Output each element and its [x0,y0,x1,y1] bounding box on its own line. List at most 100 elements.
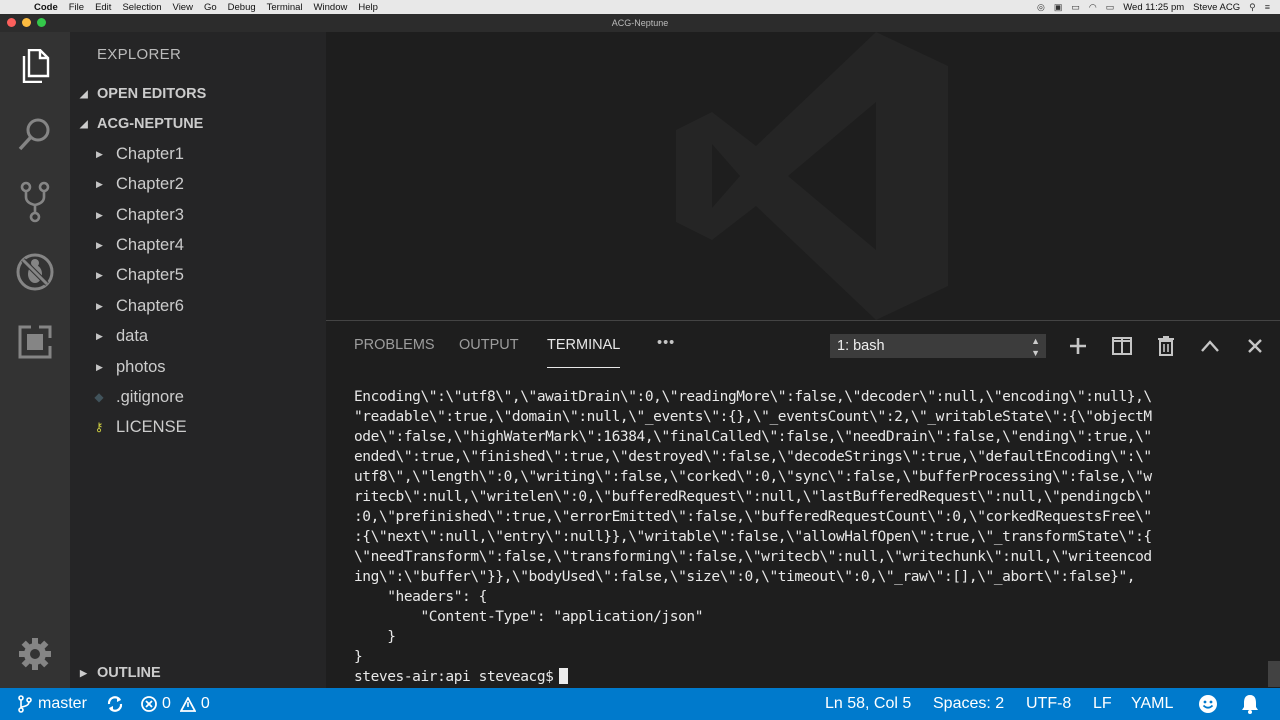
indentation-status[interactable]: Spaces: 2 [933,688,1004,720]
manage-activity-button[interactable] [0,624,70,684]
extensions-icon [18,325,52,359]
split-terminal-button[interactable] [1111,335,1133,357]
more-actions-icon[interactable]: ••• [657,335,675,351]
creative-cloud-icon[interactable]: ◎ [1037,2,1045,13]
tree-file-gitignore[interactable]: ◆ .gitignore [70,382,326,412]
tree-folder-chapter1[interactable]: ▶ Chapter1 [70,139,326,169]
tree-folder-chapter4[interactable]: ▶ Chapter4 [70,230,326,260]
encoding-status[interactable]: UTF-8 [1026,688,1071,720]
tree-file-license[interactable]: ⚷ LICENSE [70,412,326,442]
tree-folder-chapter3[interactable]: ▶ Chapter3 [70,200,326,230]
open-editors-section[interactable]: ◢ OPEN EDITORS [70,79,326,109]
menubar-user[interactable]: Steve ACG [1193,2,1240,13]
tree-item-label: LICENSE [116,417,187,436]
files-icon [22,49,50,83]
project-label: ACG-NEPTUNE [97,116,204,132]
menu-terminal[interactable]: Terminal [267,2,303,13]
chevron-right-icon: ▶ [96,178,103,189]
notification-center-icon[interactable]: ≡ [1265,2,1270,12]
airplay-icon[interactable]: ▭ [1071,2,1080,13]
screen-record-icon[interactable]: ▣ [1054,2,1063,13]
close-window-button[interactable] [7,18,16,27]
debug-no-bug-icon [16,253,54,291]
menu-debug[interactable]: Debug [228,2,256,13]
tab-terminal[interactable]: TERMINAL [547,337,620,353]
cursor-position[interactable]: Ln 58, Col 5 [825,688,911,720]
feedback-button[interactable] [1198,688,1218,720]
error-count: 0 [162,695,171,712]
gear-icon [19,638,51,670]
menu-app-code[interactable]: Code [34,2,58,13]
debug-activity-button[interactable] [0,242,70,302]
new-terminal-button[interactable] [1067,335,1089,357]
close-icon [1248,339,1262,353]
branch-status[interactable]: master [18,688,87,720]
language-mode[interactable]: YAML [1131,688,1173,720]
spotlight-search-icon[interactable]: ⚲ [1249,2,1256,13]
tree-folder-photos[interactable]: ▶ photos [70,352,326,382]
menubar-clock[interactable]: Wed 11:25 pm [1123,2,1184,13]
smiley-icon [1199,695,1217,713]
eol-status[interactable]: LF [1093,688,1112,720]
warning-icon [179,696,196,712]
tab-output[interactable]: OUTPUT [459,337,519,353]
terminal-line: ing\":\"buffer\"}},\"bodyUsed\":false,\"… [354,569,1136,585]
git-branch-icon [18,695,32,713]
window-titlebar: ACG-Neptune [0,14,1280,32]
chevron-right-icon: ▶ [96,300,103,311]
tree-folder-data[interactable]: ▶ data [70,321,326,351]
window-title: ACG-Neptune [611,18,669,28]
notifications-button[interactable] [1241,688,1259,720]
menu-edit[interactable]: Edit [95,2,111,13]
terminal-scrollbar[interactable] [1268,661,1280,687]
active-tab-indicator [547,367,620,368]
minimize-window-button[interactable] [22,18,31,27]
terminal-line: utf8\",\"length\":0,\"writing\":false,\"… [354,469,1152,485]
terminal-cursor [559,668,569,684]
chevron-down-icon: ◢ [80,88,88,100]
terminal-line: } [354,629,396,645]
menu-view[interactable]: View [173,2,193,13]
menu-help[interactable]: Help [358,2,378,13]
menu-selection[interactable]: Selection [122,2,161,13]
terminal-line: ode\":false,\"highWaterMark\":16384,\"fi… [354,429,1152,445]
chevron-right-icon: ▶ [96,269,103,280]
extensions-activity-button[interactable] [0,312,70,372]
tree-folder-chapter5[interactable]: ▶ Chapter5 [70,260,326,290]
editor-area[interactable] [326,32,1280,320]
terminal-prompt-line: steves-air:api steveacg$ [354,667,1264,687]
error-icon [141,696,157,712]
menu-file[interactable]: File [69,2,84,13]
source-control-activity-button[interactable] [0,172,70,232]
terminal-selector-value: 1: bash [837,338,885,354]
outline-section[interactable]: ▶ OUTLINE [70,658,326,688]
project-section[interactable]: ◢ ACG-NEPTUNE [70,109,326,139]
tree-item-label: Chapter6 [116,296,184,315]
maximize-panel-button[interactable] [1199,335,1221,357]
tree-folder-chapter2[interactable]: ▶ Chapter2 [70,169,326,199]
tab-problems[interactable]: PROBLEMS [354,337,435,353]
battery-icon[interactable]: ▭ [1106,2,1115,13]
wifi-icon[interactable]: ◠ [1089,2,1097,13]
zoom-window-button[interactable] [37,18,46,27]
terminal-output[interactable]: Encoding\":\"utf8\",\"awaitDrain\":0,\"r… [354,387,1264,687]
chevron-down-icon: ◢ [80,118,88,130]
source-control-icon [20,181,50,223]
terminal-selector[interactable]: 1: bash ▲ ▼ [830,334,1046,358]
terminal-prompt: steves-air:api steveacg$ [354,669,554,685]
kill-terminal-button[interactable] [1155,335,1177,357]
branch-label: master [38,695,87,712]
menu-go[interactable]: Go [204,2,217,13]
explorer-activity-button[interactable] [0,36,70,96]
terminal-line: "readable\":true,\"domain\":null,\"_even… [354,409,1152,425]
tree-item-label: .gitignore [116,387,184,406]
search-activity-button[interactable] [0,104,70,164]
sync-button[interactable] [106,688,124,720]
status-bar: master 0 0 Ln 58, Col 5 Spaces: 2 UTF-8 … [0,688,1280,720]
close-panel-button[interactable] [1244,335,1266,357]
tree-folder-chapter6[interactable]: ▶ Chapter6 [70,291,326,321]
terminal-line: :0,\"prefinished\":true,\"errorEmitted\"… [354,509,1152,525]
terminal-line: } [354,649,363,665]
menu-window[interactable]: Window [314,2,348,13]
problems-status[interactable]: 0 0 [141,688,210,720]
